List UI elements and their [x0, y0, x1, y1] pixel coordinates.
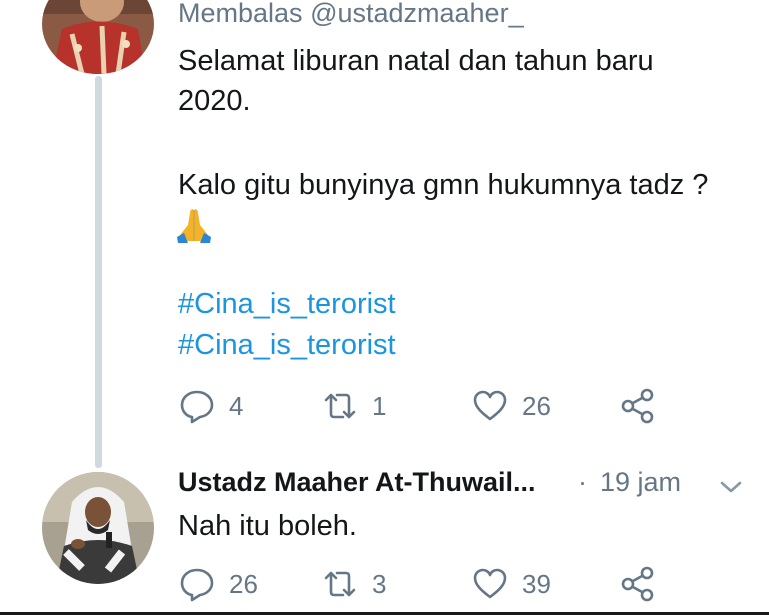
tweet-timestamp[interactable]: 19 jam	[600, 467, 681, 498]
like-button[interactable]: 39	[472, 566, 551, 602]
hashtag-link[interactable]: #Cina_is_terorist	[178, 284, 396, 324]
retweet-button[interactable]: 1	[322, 388, 386, 424]
folded-hands-emoji	[177, 209, 211, 243]
tweet-text-line-2: 2020.	[178, 85, 251, 117]
reply-author-name[interactable]: Ustadz Maaher At-Thuwail...	[178, 467, 536, 498]
like-button[interactable]: 26	[472, 388, 551, 424]
reply-icon	[180, 568, 214, 602]
tweet-text-line-1: Selamat liburan natal dan tahun baru	[178, 45, 654, 77]
thread-connector-line	[95, 76, 102, 468]
tweet-text-line-3: Kalo gitu bunyinya gmn hukumnya tadz ?	[178, 169, 709, 201]
reply-button[interactable]: 26	[179, 566, 258, 602]
reply-handle-link[interactable]: @ustadzmaaher_	[310, 0, 524, 28]
reply-count: 4	[229, 390, 244, 421]
share-icon	[621, 566, 654, 602]
avatar-image	[42, 472, 154, 584]
share-icon	[621, 388, 654, 424]
like-count: 39	[522, 568, 551, 599]
reply-icon	[180, 390, 214, 424]
heart-icon	[473, 390, 507, 421]
reply-tweet-text: Nah itu boleh.	[178, 510, 357, 542]
parent-author-avatar[interactable]	[42, 0, 154, 74]
reply-context: Membalas @ustadzmaaher_	[178, 0, 524, 29]
share-button[interactable]	[620, 566, 656, 602]
like-count: 26	[522, 390, 551, 421]
retweet-button[interactable]: 3	[322, 566, 386, 602]
retweet-icon	[324, 571, 356, 597]
heart-icon	[473, 568, 507, 599]
reply-author-avatar[interactable]	[42, 472, 154, 584]
chevron-down-icon[interactable]	[718, 478, 744, 496]
reply-button[interactable]: 4	[179, 388, 243, 424]
meta-separator: ·	[578, 467, 587, 497]
hashtag-link[interactable]: #Cina_is_terorist	[178, 325, 396, 365]
retweet-count: 1	[372, 390, 387, 421]
share-button[interactable]	[620, 388, 656, 424]
reply-count: 26	[229, 568, 258, 599]
avatar-image	[42, 0, 154, 74]
retweet-icon	[324, 393, 356, 419]
reply-prefix: Membalas	[178, 0, 303, 28]
retweet-count: 3	[372, 568, 387, 599]
